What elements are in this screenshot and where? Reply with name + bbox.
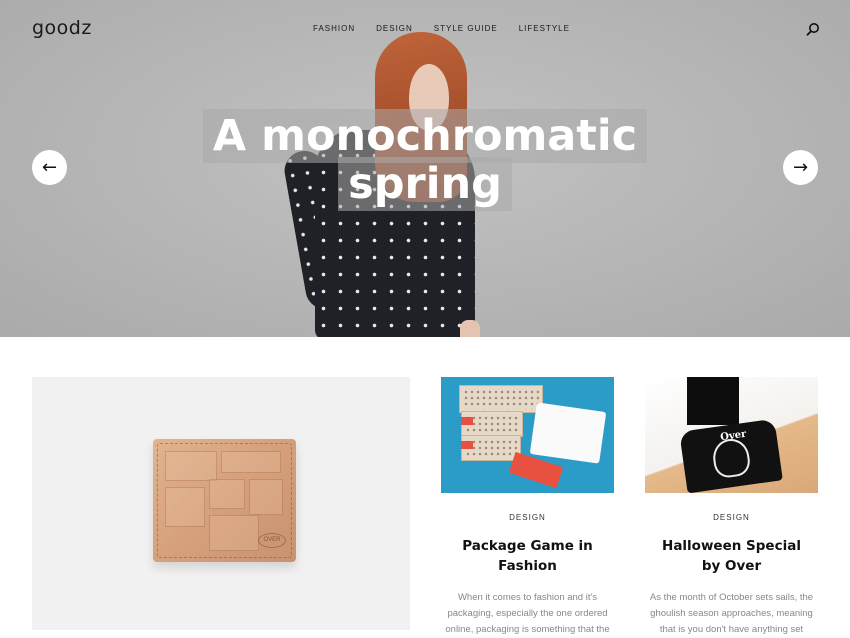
package-box bbox=[459, 385, 543, 413]
wallet-patch bbox=[209, 479, 245, 509]
post-category[interactable]: DESIGN bbox=[441, 513, 614, 522]
post-thumbnail[interactable] bbox=[441, 377, 614, 493]
post-title-line2: by Over bbox=[701, 558, 762, 574]
post-card-halloween-special[interactable]: Over DESIGN Halloween Special by Over As… bbox=[645, 377, 818, 638]
nav-fashion[interactable]: FASHION bbox=[313, 24, 355, 33]
hero-headline-line2: spring bbox=[338, 157, 512, 211]
prev-slide-button[interactable]: ← bbox=[32, 150, 67, 185]
wallet-patch bbox=[221, 451, 281, 473]
package-label bbox=[461, 441, 473, 449]
post-title[interactable]: Package Game in Fashion bbox=[441, 536, 614, 576]
black-tshirt: Over bbox=[679, 418, 783, 493]
nav-lifestyle[interactable]: LIFESTYLE bbox=[519, 24, 570, 33]
featured-post-card[interactable]: OVER bbox=[32, 377, 410, 630]
post-title[interactable]: Halloween Special by Over bbox=[645, 536, 818, 576]
nav-design[interactable]: DESIGN bbox=[376, 24, 413, 33]
wallet-patch bbox=[209, 515, 259, 551]
hero-headline[interactable]: A monochromatic spring bbox=[0, 109, 850, 211]
main-nav: FASHION DESIGN STYLE GUIDE LIFESTYLE bbox=[313, 24, 591, 33]
post-excerpt: When it comes to fashion and it's packag… bbox=[445, 592, 610, 635]
tshirt-text: Over bbox=[719, 428, 748, 444]
post-excerpt: As the month of October sets sails, the … bbox=[649, 592, 814, 635]
arrow-left-icon: ← bbox=[41, 157, 58, 178]
post-thumbnail[interactable]: Over bbox=[645, 377, 818, 493]
next-slide-button[interactable]: → bbox=[783, 150, 818, 185]
hero-headline-line1: A monochromatic bbox=[202, 109, 648, 163]
nav-style-guide[interactable]: STYLE GUIDE bbox=[434, 24, 498, 33]
site-logo[interactable]: goodz bbox=[32, 17, 92, 39]
package-label bbox=[461, 417, 473, 425]
hero-slider: goodz FASHION DESIGN STYLE GUIDE LIFESTY… bbox=[0, 0, 850, 337]
wallet-patch bbox=[165, 487, 205, 527]
wallet-image: OVER bbox=[153, 439, 296, 562]
post-category[interactable]: DESIGN bbox=[645, 513, 818, 522]
shopping-bag bbox=[687, 377, 739, 425]
tshirt-print bbox=[710, 436, 752, 480]
folded-shirt bbox=[529, 402, 607, 464]
wallet-patch bbox=[165, 451, 217, 481]
model-hand bbox=[460, 320, 480, 337]
search-icon[interactable] bbox=[806, 22, 820, 36]
wallet-patch bbox=[249, 479, 283, 515]
post-title-line1: Halloween Special bbox=[662, 538, 801, 554]
arrow-right-icon: → bbox=[792, 157, 809, 178]
wallet-stamp: OVER bbox=[258, 533, 286, 548]
post-card-package-game[interactable]: DESIGN Package Game in Fashion When it c… bbox=[441, 377, 614, 638]
